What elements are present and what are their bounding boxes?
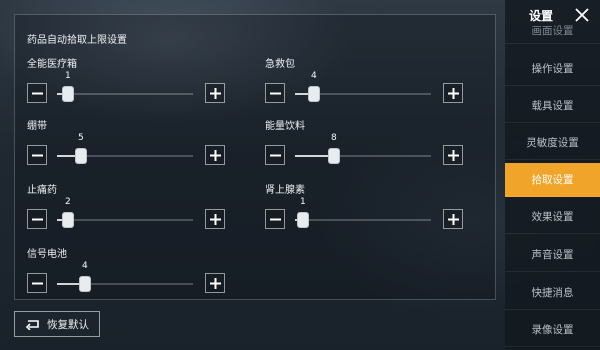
item-value: 5: [78, 133, 84, 143]
item-value: 1: [65, 71, 71, 81]
minus-icon: [31, 154, 43, 156]
section-title: 药品自动拾取上限设置: [27, 35, 127, 46]
sidebar-item-vehicle[interactable]: 载具设置: [505, 89, 600, 123]
slider-track[interactable]: [57, 86, 193, 102]
slider-track[interactable]: [295, 212, 431, 228]
sidebar-item-recording[interactable]: 录像设置: [505, 313, 600, 347]
plus-icon: [209, 149, 221, 161]
sidebar-item-effects[interactable]: 效果设置: [505, 200, 600, 234]
sidebar-item-controls[interactable]: 操作设置: [505, 52, 600, 86]
minus-button[interactable]: [265, 83, 285, 103]
setting-item-adrenaline: 肾上腺素 1: [265, 181, 495, 241]
setting-item-energy-drink: 能量饮料 8: [265, 117, 495, 177]
slider-thumb[interactable]: [75, 148, 87, 164]
slider-track[interactable]: [57, 148, 193, 164]
slider-track[interactable]: [295, 148, 431, 164]
minus-icon: [31, 92, 43, 94]
plus-icon: [447, 149, 459, 161]
plus-icon: [447, 213, 459, 225]
item-label: 全能医疗箱: [27, 59, 77, 70]
plus-button[interactable]: [205, 83, 225, 103]
slider-thumb[interactable]: [62, 212, 74, 228]
sidebar-item-graphics[interactable]: 画面设置: [505, 18, 600, 44]
slider-thumb[interactable]: [308, 86, 320, 102]
slider-track[interactable]: [57, 212, 193, 228]
plus-icon: [209, 213, 221, 225]
item-label: 肾上腺素: [265, 185, 305, 196]
minus-icon: [31, 218, 43, 220]
plus-button[interactable]: [443, 209, 463, 229]
plus-icon: [209, 87, 221, 99]
item-label: 止痛药: [27, 185, 57, 196]
minus-icon: [269, 92, 281, 94]
item-value: 1: [300, 197, 306, 207]
setting-item-medkit: 全能医疗箱 1: [27, 55, 257, 115]
item-label: 绷带: [27, 121, 47, 132]
setting-item-first-aid: 急救包 4: [265, 55, 495, 115]
sidebar-item-quick-messages[interactable]: 快捷消息: [505, 276, 600, 310]
item-value: 8: [331, 133, 337, 143]
setting-item-painkiller: 止痛药 2: [27, 181, 257, 241]
plus-button[interactable]: [205, 145, 225, 165]
pickup-limit-panel: 药品自动拾取上限设置 全能医疗箱 1 急救包 4 绷带 5 能量饮料 8 止痛药…: [14, 14, 496, 300]
plus-button[interactable]: [205, 209, 225, 229]
plus-icon: [209, 277, 221, 289]
item-value: 2: [65, 197, 71, 207]
slider-thumb[interactable]: [328, 148, 340, 164]
slider-track[interactable]: [295, 86, 431, 102]
settings-sidebar: 设置 画面设置 操作设置 载具设置 灵敏度设置 拾取设置 效果设置 声音设置 快…: [505, 0, 600, 350]
minus-button[interactable]: [27, 209, 47, 229]
slider-thumb[interactable]: [297, 212, 309, 228]
sidebar-item-sound[interactable]: 声音设置: [505, 238, 600, 272]
setting-item-bandage: 绷带 5: [27, 117, 257, 177]
reset-label: 恢复默认: [47, 318, 89, 331]
plus-button[interactable]: [205, 273, 225, 293]
setting-item-signal-battery: 信号电池 4: [27, 245, 257, 305]
minus-button[interactable]: [27, 145, 47, 165]
item-label: 急救包: [265, 59, 295, 70]
item-label: 能量饮料: [265, 121, 305, 132]
item-label: 信号电池: [27, 249, 67, 260]
plus-button[interactable]: [443, 83, 463, 103]
minus-button[interactable]: [27, 83, 47, 103]
slider-thumb[interactable]: [79, 276, 91, 292]
sidebar-item-sensitivity[interactable]: 灵敏度设置: [505, 126, 600, 160]
minus-icon: [269, 154, 281, 156]
minus-button[interactable]: [265, 209, 285, 229]
item-value: 4: [311, 71, 317, 81]
reset-default-button[interactable]: 恢复默认: [14, 311, 100, 337]
minus-icon: [31, 282, 43, 284]
plus-button[interactable]: [443, 145, 463, 165]
slider-track[interactable]: [57, 276, 193, 292]
minus-icon: [269, 218, 281, 220]
reset-icon: [25, 320, 39, 330]
slider-thumb[interactable]: [62, 86, 74, 102]
minus-button[interactable]: [265, 145, 285, 165]
minus-button[interactable]: [27, 273, 47, 293]
sidebar-item-pickup[interactable]: 拾取设置: [505, 163, 600, 197]
plus-icon: [447, 87, 459, 99]
item-value: 4: [82, 261, 88, 271]
